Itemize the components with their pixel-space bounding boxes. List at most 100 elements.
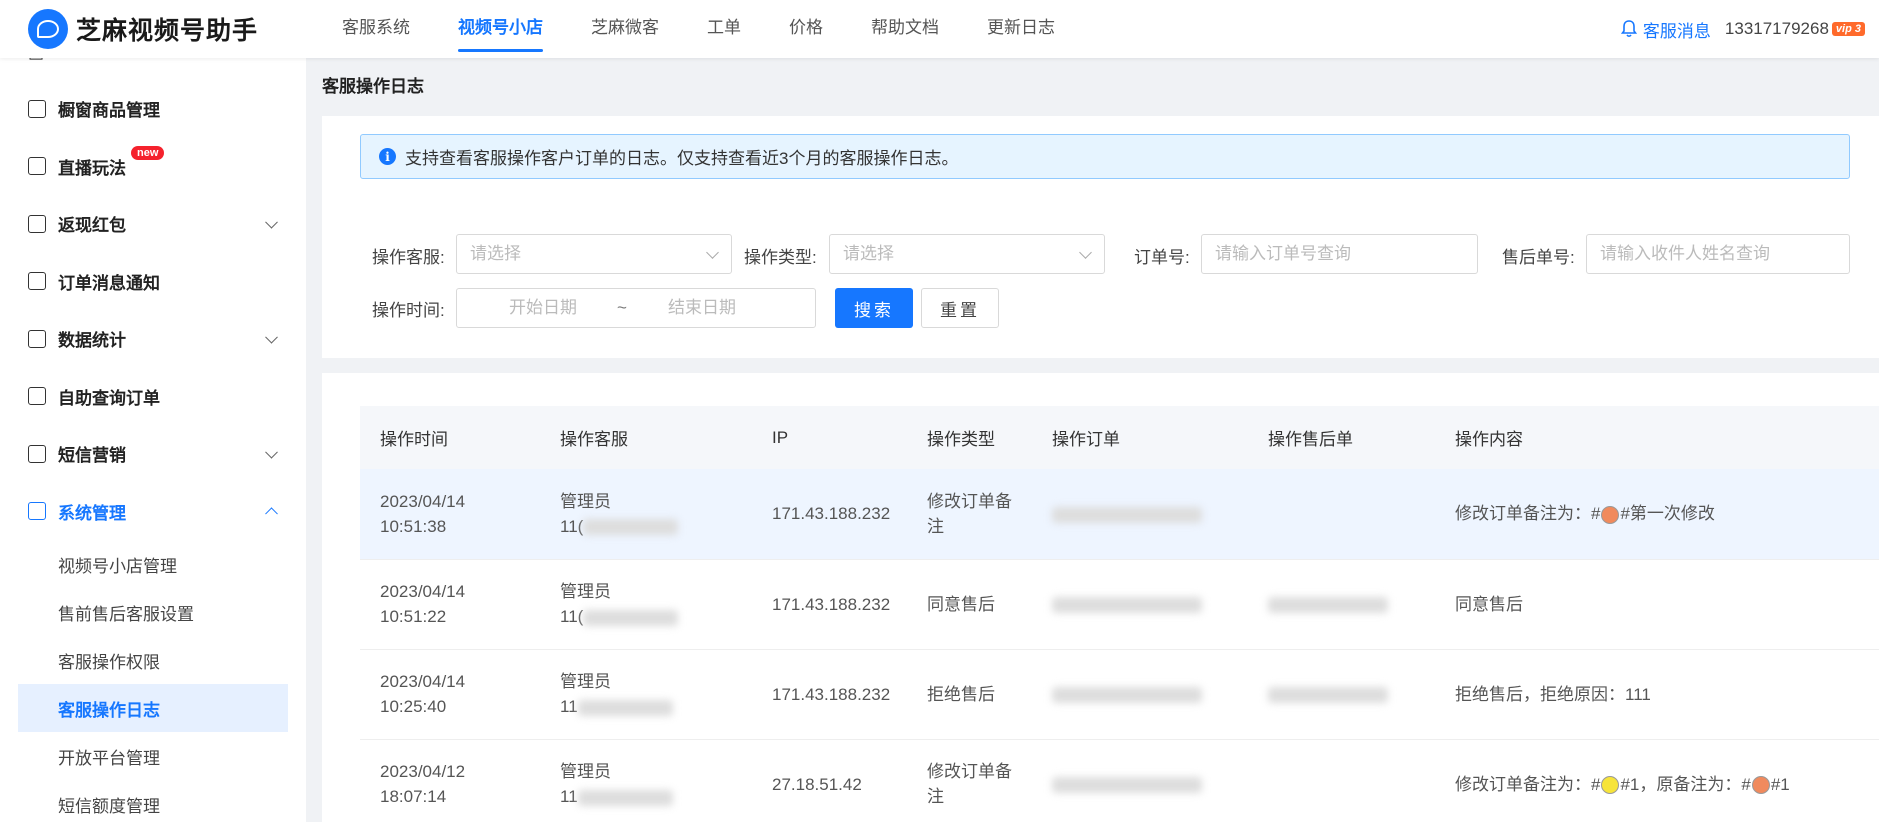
operator-name: 管理员 [560, 491, 611, 511]
chart-icon [28, 329, 46, 348]
order-input[interactable]: 请输入订单号查询 [1201, 234, 1478, 274]
operator-select[interactable]: 请选择 [456, 234, 732, 274]
operator-id-text: 11( [560, 516, 584, 536]
nav-item-help[interactable]: 帮助文档 [847, 0, 963, 58]
sidebar-item-label: 短信营销 [58, 446, 126, 466]
table-row[interactable]: 2023/04/14 10:51:22 管理员 11(171.43.188.232 同意… [360, 559, 1879, 650]
cell-time-text: 18:07:14 [380, 787, 447, 806]
nav-item-kefu[interactable]: 客服系统 [318, 0, 434, 58]
search-doc-icon [28, 387, 46, 406]
app-logo[interactable]: 芝麻视频号助手 [28, 9, 318, 49]
chevron-down-icon [706, 246, 719, 259]
column-header[interactable]: 操作内容 [1435, 406, 1879, 469]
table-row[interactable]: 2023/04/12 18:07:14 管理员 11 27.18.51.42 修改订单备注… [360, 739, 1879, 822]
emoji-dot-icon [1601, 505, 1620, 524]
cell-operator: 管理员 11 [540, 649, 752, 740]
operator-id: 11( [560, 604, 752, 629]
cell-operator: 管理员 11( [540, 469, 752, 560]
sidebar-sub-cs-permissions[interactable]: 客服操作权限 [0, 636, 306, 684]
column-header[interactable]: 操作类型 [907, 406, 1032, 469]
bell-icon [1620, 20, 1637, 38]
app-title: 芝麻视频号助手 [76, 17, 259, 45]
sidebar-sub-open-platform[interactable]: 开放平台管理 [0, 732, 306, 780]
table-row[interactable]: 2023/04/14 10:51:38 管理员 11(171.43.188.232 修改… [360, 469, 1879, 560]
sidebar-item-redpacket[interactable]: 返现红包 [0, 195, 306, 253]
sidebar-item-partial: ▭ [0, 58, 306, 80]
content-text: 修改订单备注为：# [1455, 504, 1601, 524]
type-select[interactable]: 请选择 [829, 234, 1105, 274]
search-button[interactable]: 搜索 [835, 288, 913, 328]
redacted-order [1052, 687, 1202, 704]
column-header[interactable]: 操作时间 [360, 406, 540, 469]
nav-item-changelog[interactable]: 更新日志 [963, 0, 1079, 58]
account-phone[interactable]: 13317179268 [1725, 19, 1829, 39]
range-separator: ~ [617, 298, 627, 317]
start-date-placeholder: 开始日期 [509, 298, 577, 317]
table-row[interactable]: 2023/04/14 10:25:40 管理员 11 171.43.188.232 拒绝售… [360, 649, 1879, 740]
nav-item-price[interactable]: 价格 [765, 0, 847, 58]
red-packet-icon [28, 214, 46, 233]
column-header[interactable]: IP [752, 406, 907, 469]
nav-item-shop[interactable]: 视频号小店 [434, 0, 567, 58]
emoji-dot-icon [1751, 776, 1770, 795]
operator-id: 11 [560, 694, 752, 719]
redacted-order [1052, 597, 1202, 614]
sidebar-item-self-query[interactable]: 自助查询订单 [0, 368, 306, 426]
cell-type: 拒绝售后 [907, 649, 1032, 740]
redacted-aftersale [1268, 597, 1388, 614]
messages-link[interactable]: 客服消息 [1620, 17, 1711, 42]
sidebar-item-order-notify[interactable]: 订单消息通知 [0, 253, 306, 311]
operator-label: 操作客服: [372, 248, 445, 267]
sidebar-item-showcase[interactable]: 橱窗商品管理 [0, 80, 306, 138]
sidebar-item-system[interactable]: 系统管理 [0, 483, 306, 541]
operator-id-text: 11 [560, 697, 578, 716]
sidebar-item-stats[interactable]: 数据统计 [0, 310, 306, 368]
column-header[interactable]: 操作售后单 [1248, 406, 1435, 469]
cell-time: 2023/04/14 10:25:40 [360, 649, 540, 740]
reset-button[interactable]: 重置 [921, 288, 999, 328]
type-label: 操作类型: [744, 248, 817, 267]
sidebar-item-label: 橱窗商品管理 [58, 101, 160, 121]
cell-type: 同意售后 [907, 559, 1032, 650]
redacted-text [577, 789, 673, 806]
cell-content: 拒绝售后，拒绝原因：111 [1435, 649, 1879, 740]
chevron-down-icon [265, 445, 278, 459]
aftersale-label: 售后单号: [1502, 248, 1575, 267]
cell-date-text: 2023/04/14 [380, 672, 466, 691]
sidebar-sub-cs-settings[interactable]: 售前售后客服设置 [0, 588, 306, 636]
sidebar-item-live[interactable]: 直播玩法 new [0, 138, 306, 196]
column-header[interactable]: 操作客服 [540, 406, 752, 469]
main-content: 客服操作日志 i 支持查看客服操作客户订单的日志。仅支持查看近3个月的客服操作日… [322, 58, 1879, 822]
redacted-aftersale [1268, 687, 1388, 704]
cell-aftersale [1248, 649, 1435, 740]
cell-time: 2023/04/14 10:51:38 [360, 469, 540, 560]
info-alert: i 支持查看客服操作客户订单的日志。仅支持查看近3个月的客服操作日志。 [360, 134, 1850, 179]
aftersale-input[interactable]: 请输入收件人姓名查询 [1586, 234, 1850, 274]
nav-item-ticket[interactable]: 工单 [683, 0, 765, 58]
terminal-icon [28, 502, 46, 521]
column-header[interactable]: 操作订单 [1032, 406, 1248, 469]
cell-order [1032, 649, 1248, 740]
nav-item-weike[interactable]: 芝麻微客 [567, 0, 683, 58]
redacted-text [583, 609, 679, 626]
cell-ip: 27.18.51.42 [752, 739, 907, 822]
cell-date-text: 2023/04/12 [380, 762, 466, 781]
content-text: #1，原备注为：# [1620, 774, 1751, 794]
date-range-picker[interactable]: 开始日期 ~ 结束日期 [456, 288, 816, 328]
new-badge: new [131, 145, 165, 160]
sidebar: ▭ 橱窗商品管理 直播玩法 new 返现红包 订单消息通知 数据统计 自助查询订… [0, 58, 306, 822]
operator-id: 11 [560, 784, 752, 809]
cell-content: 修改订单备注为：# #1，原备注为：# #1 [1435, 739, 1879, 822]
sidebar-sub-sms-quota[interactable]: 短信额度管理 [0, 780, 306, 822]
sidebar-sub-cs-log[interactable]: 客服操作日志 [18, 684, 288, 732]
sidebar-item-label: 订单消息通知 [58, 273, 160, 293]
redacted-text [577, 699, 673, 716]
sidebar-item-sms[interactable]: 短信营销 [0, 425, 306, 483]
cell-time-text: 10:51:22 [380, 607, 447, 626]
chevron-down-icon [265, 330, 278, 344]
sidebar-item-label: 数据统计 [58, 331, 126, 351]
cell-aftersale [1248, 559, 1435, 650]
sidebar-sub-shop-manage[interactable]: 视频号小店管理 [0, 540, 306, 588]
page-title: 客服操作日志 [322, 77, 424, 96]
cell-order [1032, 559, 1248, 650]
